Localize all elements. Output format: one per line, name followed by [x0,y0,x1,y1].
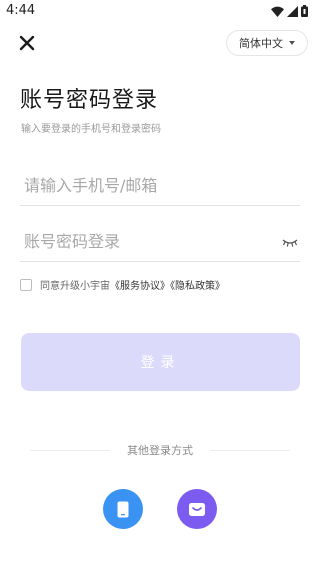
privacy-policy-link[interactable]: 《隐私政策》 [170,281,225,292]
password-field [20,222,300,262]
chevron-down-icon [289,41,295,45]
agree-prefix: 同意升级小宇宙 [40,281,110,292]
language-label: 简体中文 [239,37,283,50]
phone-icon [117,501,129,517]
other-login-divider: 其他登录方式 [20,442,300,458]
agree-checkbox[interactable] [20,278,32,291]
page-title: 账号密码登录 [20,88,159,113]
page-subtitle: 输入要登录的手机号和登录密码 [21,124,161,135]
language-selector[interactable]: 简体中文 [226,30,308,56]
account-input[interactable] [20,176,264,195]
signal-icon [287,5,298,17]
agreement-row: 同意升级小宇宙《服务协议》《隐私政策》 [20,277,225,292]
email-login-button[interactable] [177,489,217,529]
status-bar: 4:44 [0,0,320,22]
wifi-icon [271,6,284,17]
login-button[interactable]: 登录 [21,333,300,391]
eye-closed-icon[interactable] [282,236,298,248]
account-field [20,166,300,206]
other-login-label: 其他登录方式 [127,444,193,457]
password-input[interactable] [20,232,264,251]
mail-icon [189,502,205,516]
close-icon[interactable] [16,32,38,54]
status-icons [271,5,308,17]
phone-login-button[interactable] [103,489,143,529]
battery-icon [301,5,308,17]
service-agreement-link[interactable]: 《服务协议》 [110,281,170,292]
agreement-text: 同意升级小宇宙《服务协议》《隐私政策》 [40,277,225,292]
status-time: 4:44 [6,3,36,18]
